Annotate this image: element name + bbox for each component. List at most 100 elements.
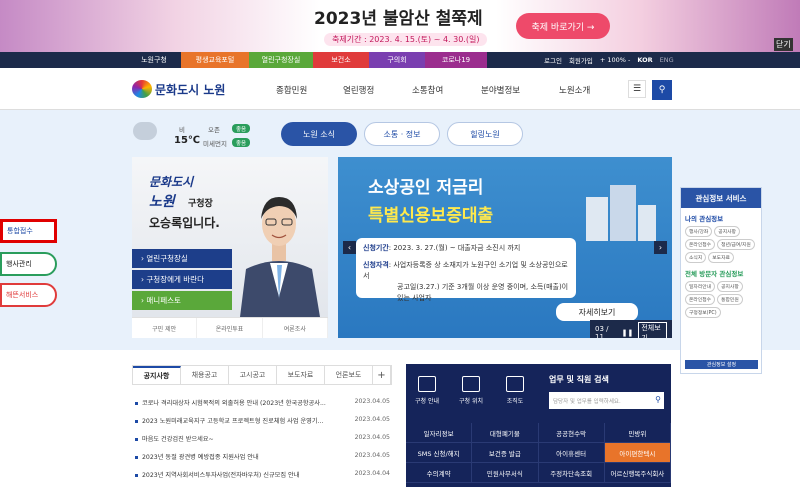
tab-communication[interactable]: 소통 · 정보 (364, 122, 440, 146)
interest-chip[interactable]: 온라인접수 (685, 294, 716, 305)
menu-about[interactable]: 노원소개 (559, 84, 590, 96)
slide-next-icon[interactable]: › (654, 241, 667, 254)
mayor-caption-city: 문화도시 (149, 175, 194, 189)
interest-chip[interactable]: 보도자료 (708, 252, 734, 263)
main-header: 문화도시 노원 종합민원 열린행정 소통참여 분야별정보 노원소개 ☰ ⚲ (0, 68, 800, 110)
notice-board: 공지사항 채용공고 고시공고 보도자료 언론보도 + 코로나 격리대상자 시험목… (132, 365, 392, 487)
list-item[interactable]: 2023 노원미래교육지구 고등학교 프로젝트형 진로체험 사업 운영기... 2… (132, 416, 392, 428)
logo-icon (132, 80, 152, 98)
menu-civil-service[interactable]: 종합민원 (276, 84, 307, 96)
festival-banner[interactable]: 2023년 불암산 철쭉제 축제기간 : 2023. 4. 15.(토) ~ 4… (0, 0, 800, 52)
interest-chip[interactable]: 통합민원 (717, 294, 743, 305)
office-guide-link[interactable]: 구청 안내 (414, 376, 440, 405)
tab-healing[interactable]: 힐링노원 (447, 122, 523, 146)
search-icon[interactable]: ⚲ (652, 80, 672, 100)
pause-icon[interactable]: ❚❚ (622, 329, 634, 337)
task-search-input[interactable]: 담당자 및 업무를 입력하세요. ⚲ (549, 392, 664, 409)
join-link[interactable]: 회원가입 (569, 55, 593, 65)
list-item[interactable]: 마음도 건강검진 받으세요~ 2023.04.05 (132, 434, 392, 446)
slide-view-all[interactable]: 전체보기 (638, 322, 667, 338)
side-haetteun-service[interactable]: 해뜬서비스 (0, 283, 57, 307)
news-slide[interactable]: 소상공인 저금리 특별신용보증대출 신청기간: 2023. 3. 27.(월) … (338, 157, 672, 338)
site-tab-health-center[interactable]: 보건소 (313, 52, 369, 68)
lang-eng[interactable]: ENG (660, 56, 674, 64)
org-chart-icon (506, 376, 524, 392)
more-plus-icon[interactable]: + (373, 366, 391, 384)
interest-chip[interactable]: 일자리안내 (685, 281, 716, 292)
org-chart-link[interactable]: 조직도 (502, 376, 528, 405)
site-tab-covid19[interactable]: 코로나19 (425, 52, 487, 68)
mayor-link-request[interactable]: › 구청장에게 바란다 (132, 270, 232, 289)
menu-field-info[interactable]: 분야별정보 (481, 84, 520, 96)
lang-kor[interactable]: KOR (637, 56, 652, 64)
mayor-caption-title: 구청장 (188, 199, 213, 209)
logo-text: 문화도시 노원 (155, 82, 226, 97)
banner-close-button[interactable]: 닫기 (774, 38, 793, 51)
zoom-control[interactable]: + 100% - (600, 56, 631, 64)
list-item[interactable]: 코로나 격리대상자 시험목적의 외출허용 안내 (2023년 한국공항공사...… (132, 398, 392, 410)
service-public-banner[interactable]: 공공현수막 (538, 423, 605, 443)
festival-link-button[interactable]: 축제 바로가기 → (516, 13, 610, 39)
slide-info-box: 신청기간: 2023. 3. 27.(월) ~ 대출자금 소진시 까지 신청자격… (356, 238, 576, 302)
tab-media[interactable]: 언론보도 (325, 366, 373, 384)
weather-condition: 비 (179, 126, 185, 134)
search-icon[interactable]: ⚲ (655, 395, 661, 404)
slide-prev-icon[interactable]: ‹ (343, 241, 356, 254)
side-event-management[interactable]: 행사관리 (0, 252, 57, 276)
service-senior-company[interactable]: 어르신행복주식회사 (604, 463, 671, 483)
tab-notices[interactable]: 공지사항 (133, 366, 181, 384)
tab-announcements[interactable]: 고시공고 (229, 366, 277, 384)
login-link[interactable]: 로그인 (544, 55, 562, 65)
service-bulky-waste[interactable]: 대형폐기물 (472, 423, 539, 443)
service-parking-enforcement[interactable]: 주정차단속조회 (538, 463, 605, 483)
interest-chip[interactable]: 행사/강좌 (685, 226, 713, 237)
tab-nowon-news[interactable]: 노원 소식 (281, 122, 357, 146)
side-integrated-intake[interactable]: 통합접수 (0, 219, 57, 243)
service-health-cert[interactable]: 보건증 발급 (472, 443, 539, 463)
mayor-link-manifesto[interactable]: › 매니페스토 (132, 291, 232, 310)
mayor-card: 문화도시 노원 구청장 오승록입니다. › 열린구청장실 › 구청장에게 바란다… (132, 157, 328, 338)
site-tab-mayor-office[interactable]: 열린구청장실 (249, 52, 313, 68)
site-logo[interactable]: 문화도시 노원 (132, 80, 225, 98)
service-sms[interactable]: SMS 신청/해지 (406, 443, 473, 463)
mayor-caption-name: 오승록입니다. (149, 216, 220, 230)
banner-title: 2023년 불암산 철쭉제 (314, 9, 483, 29)
interest-chip[interactable]: 구정정보(PC) (685, 307, 721, 318)
site-tab-nowon[interactable]: 노원구청 (127, 52, 181, 68)
interest-settings-button[interactable]: 관심정보 설정 (685, 360, 758, 369)
service-contract[interactable]: 수의계약 (406, 463, 473, 483)
interest-chip[interactable]: 온라인접수 (685, 239, 716, 250)
resident-proposal-link[interactable]: 구민 제안 (132, 318, 198, 338)
menu-participation[interactable]: 소통참여 (412, 84, 443, 96)
quick-service-grid: 일자리정보 대형폐기물 공공현수막 민방위 SMS 신청/해지 보건증 발급 아… (406, 423, 671, 487)
service-child-taxi[interactable]: 아이편한텍시 (604, 443, 671, 463)
service-child-center[interactable]: 아이휴센터 (538, 443, 605, 463)
tab-recruit[interactable]: 채용공고 (181, 366, 229, 384)
interest-panel: 관심정보 서비스 나의 관심정보 행사/강좌 공지사항 온라인접수 청년/급여/… (680, 187, 762, 374)
site-tab-council[interactable]: 구의회 (369, 52, 425, 68)
all-interest-title: 전체 방문자 관심정보 (685, 270, 744, 278)
interest-chip[interactable]: 공지사항 (714, 226, 740, 237)
tab-press-release[interactable]: 보도자료 (277, 366, 325, 384)
dust-status: 좋음 (232, 138, 250, 147)
mayor-caption-nowon: 노원 (149, 194, 175, 210)
interest-chip[interactable]: 소식지 (685, 252, 707, 263)
interest-chip[interactable]: 청년/급여/지원 (717, 239, 755, 250)
service-job-info[interactable]: 일자리정보 (406, 423, 473, 443)
interest-chip[interactable]: 공지사항 (717, 281, 743, 292)
service-civil-defense[interactable]: 민방위 (604, 423, 671, 443)
ozone-status: 좋음 (232, 124, 250, 133)
menu-open-admin[interactable]: 열린행정 (343, 84, 374, 96)
weather-temp: 15℃ (174, 135, 201, 146)
list-item[interactable]: 2023년 지역사회서비스투자사업(전자바우처) 신규모집 안내 2023.04.… (132, 470, 392, 482)
opinion-poll-link[interactable]: 여론조사 (263, 318, 328, 338)
list-item[interactable]: 2023년 동절 광견병 예방접종 지원사업 안내 2023.04.05 (132, 452, 392, 464)
slide-counter: 03 / 11 (595, 325, 609, 338)
office-location-link[interactable]: 구청 위치 (458, 376, 484, 405)
mayor-link-office[interactable]: › 열린구청장실 (132, 249, 232, 268)
hamburger-icon[interactable]: ☰ (628, 80, 646, 98)
service-civil-forms[interactable]: 민원사무서식 (472, 463, 539, 483)
slide-more-button[interactable]: 자세히보기 (556, 303, 638, 321)
site-tab-lifelong-edu[interactable]: 평생교육포털 (181, 52, 249, 68)
online-vote-link[interactable]: 온라인투표 (197, 318, 263, 338)
